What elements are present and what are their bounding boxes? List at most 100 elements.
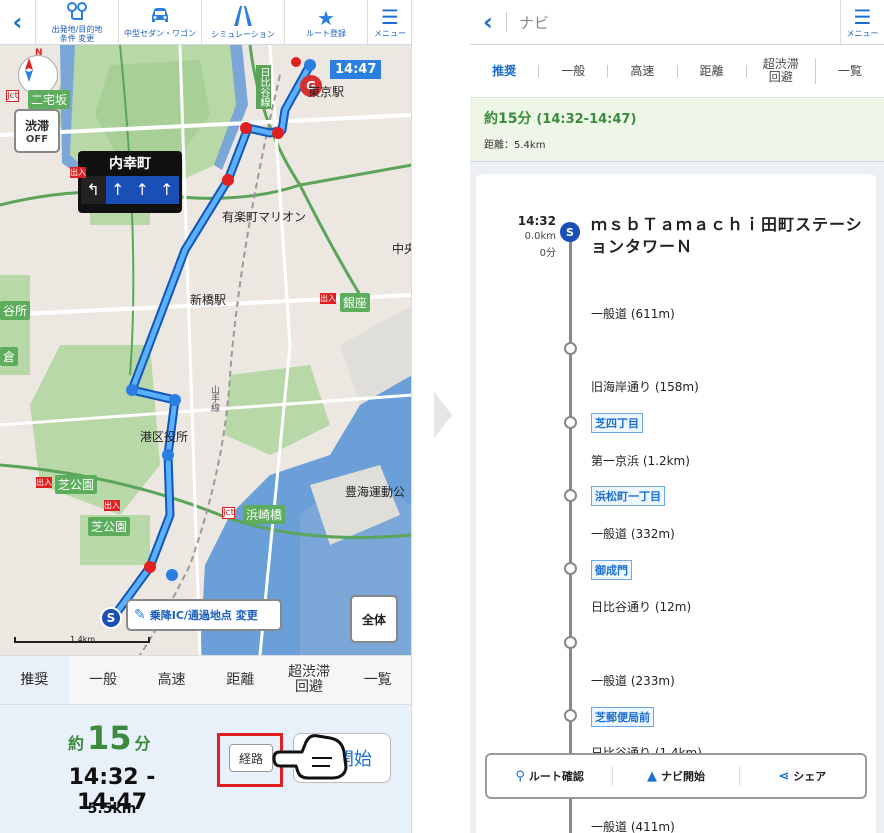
duration-text: 約15分 <box>484 111 532 127</box>
menu-label: メニュー <box>374 28 406 38</box>
tab-general[interactable]: 一般 <box>69 656 138 704</box>
duration: 約 15 分 <box>68 719 151 757</box>
congestion-label: 渋滞 <box>24 119 49 133</box>
tab-general[interactable]: 一般 <box>539 64 609 78</box>
route-type-tabs: 推奨 一般 高速 距離 超渋滞 回避 一覧 <box>0 655 411 705</box>
start-navi-label: ナビ開始 <box>660 770 705 783</box>
top-toolbar: ‹ 出発地/目的地 条件 変更 中型セダン・ワゴン シミュレーション ★ ルート… <box>0 0 411 45</box>
destination-conditions-label1: 出発地/目的地 <box>51 25 103 34</box>
simulation-label: シミュレーション <box>211 29 275 39</box>
map-label-yurakucho: 有楽町マリオン <box>222 210 307 224</box>
map-label-minato: 港区役所 <box>140 430 189 444</box>
tab-distance[interactable]: 距離 <box>206 656 275 704</box>
vehicle-type-label: 中型セダン・ワゴン <box>124 28 196 38</box>
waypoint-change-button[interactable]: ✎ 乗降IC/通過地点 変更 <box>126 599 282 631</box>
tab-highway[interactable]: 高速 <box>137 656 206 704</box>
destination-conditions-label2: 条件 変更 <box>59 34 95 43</box>
congestion-toggle[interactable]: 渋滞 OFF <box>14 109 60 153</box>
menu-button[interactable]: ☰ メニュー <box>368 0 411 45</box>
pin-route-icon <box>66 1 88 25</box>
tab-avoid-congestion[interactable]: 超渋滞 回避 <box>747 58 816 84</box>
route-summary: 約15分 (14:32-14:47) 距離：5.4km <box>470 98 884 162</box>
map-label-shiba-park1: 芝公園 <box>55 475 98 494</box>
map-label-jct2: Jct <box>222 507 236 519</box>
menu-label: メニュー <box>846 28 879 38</box>
tab-avoid-congestion[interactable]: 超渋滞 回避 <box>275 656 344 704</box>
route-steps-card <box>476 174 876 833</box>
congestion-state: OFF <box>25 134 49 145</box>
simulation-button[interactable]: シミュレーション <box>202 0 285 45</box>
overview-button[interactable]: 全体 <box>350 595 398 643</box>
pencil-icon: ✎ <box>134 607 146 623</box>
duration-prefix: 約 <box>68 734 85 753</box>
map-label-shinbashi: 新橋駅 <box>190 293 227 307</box>
lane-straight-icon: ↑ <box>130 176 155 204</box>
tab-distance[interactable]: 距離 <box>678 64 747 78</box>
duration-unit: 分 <box>134 734 151 753</box>
lane-left-turn-icon: ↰ <box>81 176 106 204</box>
map-label-toyomi: 豊海運動公 <box>345 485 406 499</box>
route-distance: 距離：5.4km <box>484 140 546 151</box>
lane-guidance: ↰ ↑ ↑ ↑ <box>81 176 179 204</box>
tab-recommended[interactable]: 推奨 <box>0 656 69 704</box>
route-check-label: ルート確認 <box>528 770 584 783</box>
route-detail-button[interactable]: 経路 <box>229 744 273 772</box>
map-label-ring: 日比谷線 <box>256 65 271 109</box>
waypoint-change-label: 乗降IC/通過地点 変更 <box>149 609 258 622</box>
duration-minutes: 15 <box>87 719 132 757</box>
share-button[interactable]: ⋖ シェア <box>740 766 865 786</box>
compass-button[interactable]: N <box>18 48 58 95</box>
pointing-hand-icon <box>272 734 348 780</box>
route-map[interactable]: N 渋滞 OFF 内幸町 ↰ ↑ ↑ ↑ G 14:47 S 東京駅 有楽町マリ… <box>0 45 411 655</box>
map-label-chuo: 中央 <box>392 242 411 256</box>
lane-straight-icon: ↑ <box>154 176 179 204</box>
back-button[interactable]: ‹ <box>470 8 506 36</box>
map-label-yamate: 山手線 <box>209 385 219 412</box>
map-label-hamazakibashi: 浜崎橋 <box>243 505 286 524</box>
share-label: シェア <box>793 770 827 783</box>
hamburger-icon: ☰ <box>853 4 872 29</box>
tab-highway[interactable]: 高速 <box>608 64 678 78</box>
intersection-sign: 内幸町 ↰ ↑ ↑ ↑ <box>78 151 182 213</box>
start-marker: S <box>100 607 122 629</box>
car-icon <box>149 7 171 29</box>
route-search-screen: ‹ 出発地/目的地 条件 変更 中型セダン・ワゴン シミュレーション ★ ルート… <box>0 0 412 833</box>
hamburger-icon: ☰ <box>381 4 399 29</box>
map-label-ginza: 銀座 <box>340 293 371 312</box>
route-register-label: ルート登録 <box>306 28 346 38</box>
tab-recommended[interactable]: 推奨 <box>470 64 540 78</box>
navi-route-detail-screen: ‹ ナビ ☰ メニュー 推奨 一般 高速 距離 超渋滞 回避 一覧 約15分 (… <box>470 0 884 833</box>
map-label-exit1: 出入 <box>320 293 336 304</box>
map-label-kasumi: 谷所 <box>0 301 31 320</box>
share-icon: ⋖ <box>778 768 790 784</box>
tab-list[interactable]: 一覧 <box>816 64 884 78</box>
navi-action-bar: ⚲ ルート確認 ▲ ナビ開始 ⋖ シェア <box>485 753 867 799</box>
star-icon: ★ <box>317 5 335 30</box>
arrival-time-badge: 14:47 <box>330 60 382 79</box>
time-range: (14:32-14:47) <box>536 112 637 127</box>
vehicle-type-button[interactable]: 中型セダン・ワゴン <box>119 0 202 45</box>
route-check-button[interactable]: ⚲ ルート確認 <box>487 766 614 786</box>
menu-button[interactable]: ☰ メニュー <box>840 0 884 45</box>
map-label-shiba-park2: 芝公園 <box>88 517 131 536</box>
duration: 約15分 (14:32-14:47) <box>484 108 636 128</box>
map-label-jct1: Jct <box>6 90 20 102</box>
navigation-icon: ▲ <box>646 768 657 784</box>
road-icon <box>232 5 254 30</box>
lane-straight-icon: ↑ <box>105 176 130 204</box>
route-type-tabs: 推奨 一般 高速 距離 超渋滞 回避 一覧 <box>470 45 884 98</box>
navi-header: ‹ ナビ ☰ メニュー <box>470 0 884 45</box>
route-distance: 5.5km <box>87 801 137 817</box>
map-label-tokyo-station: 東京駅 <box>308 85 345 99</box>
route-check-icon: ⚲ <box>515 768 525 784</box>
back-button[interactable]: ‹ <box>0 0 36 45</box>
route-register-button[interactable]: ★ ルート登録 <box>285 0 368 45</box>
route-steps-area <box>470 162 884 833</box>
destination-conditions-button[interactable]: 出発地/目的地 条件 変更 <box>36 0 119 45</box>
start-navi-button[interactable]: ▲ ナビ開始 <box>613 766 740 786</box>
map-canvas <box>0 45 411 655</box>
next-step-arrow-icon <box>434 392 452 438</box>
map-label-kura: 倉 <box>0 347 19 366</box>
intersection-name: 内幸町 <box>109 156 151 172</box>
tab-list[interactable]: 一覧 <box>343 656 411 704</box>
